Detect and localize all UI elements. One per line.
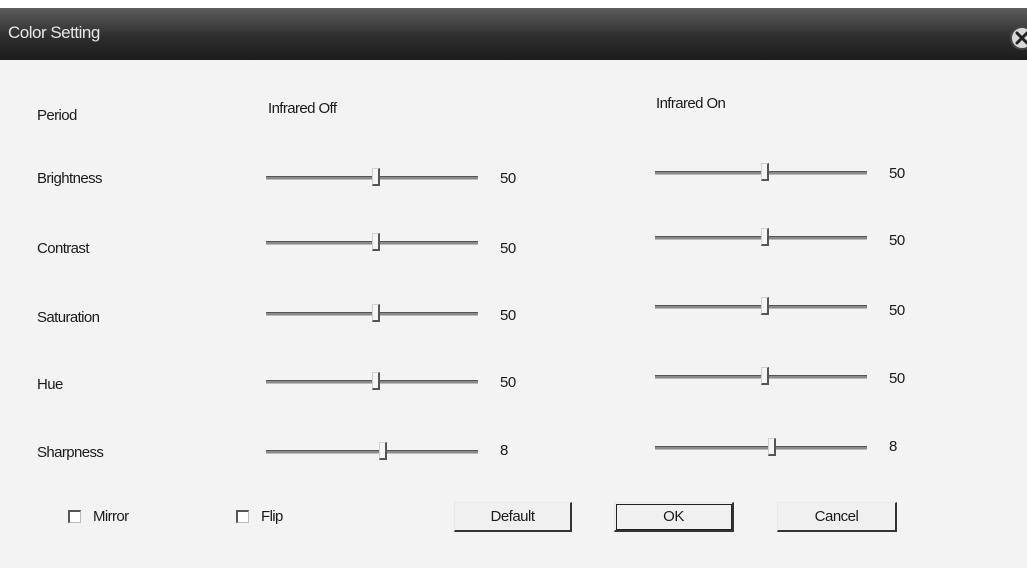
default-button[interactable]: Default — [454, 502, 572, 532]
slider-thumb[interactable] — [767, 438, 776, 456]
window-title: Color Setting — [8, 23, 100, 42]
flip-checkbox-box[interactable] — [236, 510, 249, 523]
brightness-infrared-on-value: 50 — [889, 165, 905, 182]
mirror-checkbox-box[interactable] — [68, 510, 81, 523]
color-setting-dialog: Color Setting Period Infrared Off Infrar… — [0, 8, 1027, 568]
contrast-infrared-on-slider[interactable] — [655, 226, 867, 250]
cancel-button[interactable]: Cancel — [777, 502, 897, 532]
saturation-label: Saturation — [37, 309, 100, 326]
infrared-on-header: Infrared On — [656, 95, 726, 112]
hue-infrared-on-value: 50 — [889, 370, 905, 387]
infrared-off-header: Infrared Off — [268, 100, 337, 117]
contrast-infrared-on-value: 50 — [889, 232, 905, 249]
title-bar[interactable]: Color Setting — [0, 8, 1027, 60]
saturation-infrared-off-value: 50 — [500, 307, 516, 324]
period-label: Period — [37, 107, 77, 124]
brightness-label: Brightness — [37, 170, 102, 187]
slider-thumb[interactable] — [372, 372, 381, 390]
sharpness-infrared-off-slider[interactable] — [266, 440, 478, 464]
hue-infrared-off-value: 50 — [500, 374, 516, 391]
saturation-infrared-on-slider[interactable] — [655, 295, 867, 319]
slider-track — [266, 450, 478, 454]
contrast-infrared-off-slider[interactable] — [266, 231, 478, 255]
slider-thumb[interactable] — [372, 168, 381, 186]
brightness-infrared-off-slider[interactable] — [266, 166, 478, 190]
sharpness-infrared-on-slider[interactable] — [655, 436, 867, 460]
mirror-label: Mirror — [93, 508, 129, 525]
hue-label: Hue — [37, 376, 63, 393]
close-icon[interactable] — [1010, 26, 1027, 50]
sharpness-label: Sharpness — [37, 444, 104, 461]
contrast-label: Contrast — [37, 240, 89, 257]
saturation-infrared-on-value: 50 — [889, 302, 905, 319]
hue-infrared-off-slider[interactable] — [266, 370, 478, 394]
mirror-checkbox[interactable]: Mirror — [68, 508, 129, 525]
sharpness-infrared-on-value: 8 — [889, 438, 897, 455]
sharpness-infrared-off-value: 8 — [500, 442, 508, 459]
slider-thumb[interactable] — [761, 297, 770, 315]
slider-thumb[interactable] — [372, 233, 381, 251]
brightness-infrared-off-value: 50 — [500, 170, 516, 187]
slider-thumb[interactable] — [372, 304, 381, 322]
slider-thumb[interactable] — [761, 163, 770, 181]
ok-button[interactable]: OK — [614, 502, 734, 532]
flip-checkbox[interactable]: Flip — [236, 508, 283, 525]
slider-thumb[interactable] — [761, 228, 770, 246]
slider-thumb[interactable] — [761, 367, 770, 385]
slider-track — [655, 446, 867, 450]
brightness-infrared-on-slider[interactable] — [655, 161, 867, 185]
hue-infrared-on-slider[interactable] — [655, 365, 867, 389]
slider-thumb[interactable] — [378, 442, 387, 460]
flip-label: Flip — [261, 508, 283, 525]
contrast-infrared-off-value: 50 — [500, 240, 516, 257]
saturation-infrared-off-slider[interactable] — [266, 302, 478, 326]
